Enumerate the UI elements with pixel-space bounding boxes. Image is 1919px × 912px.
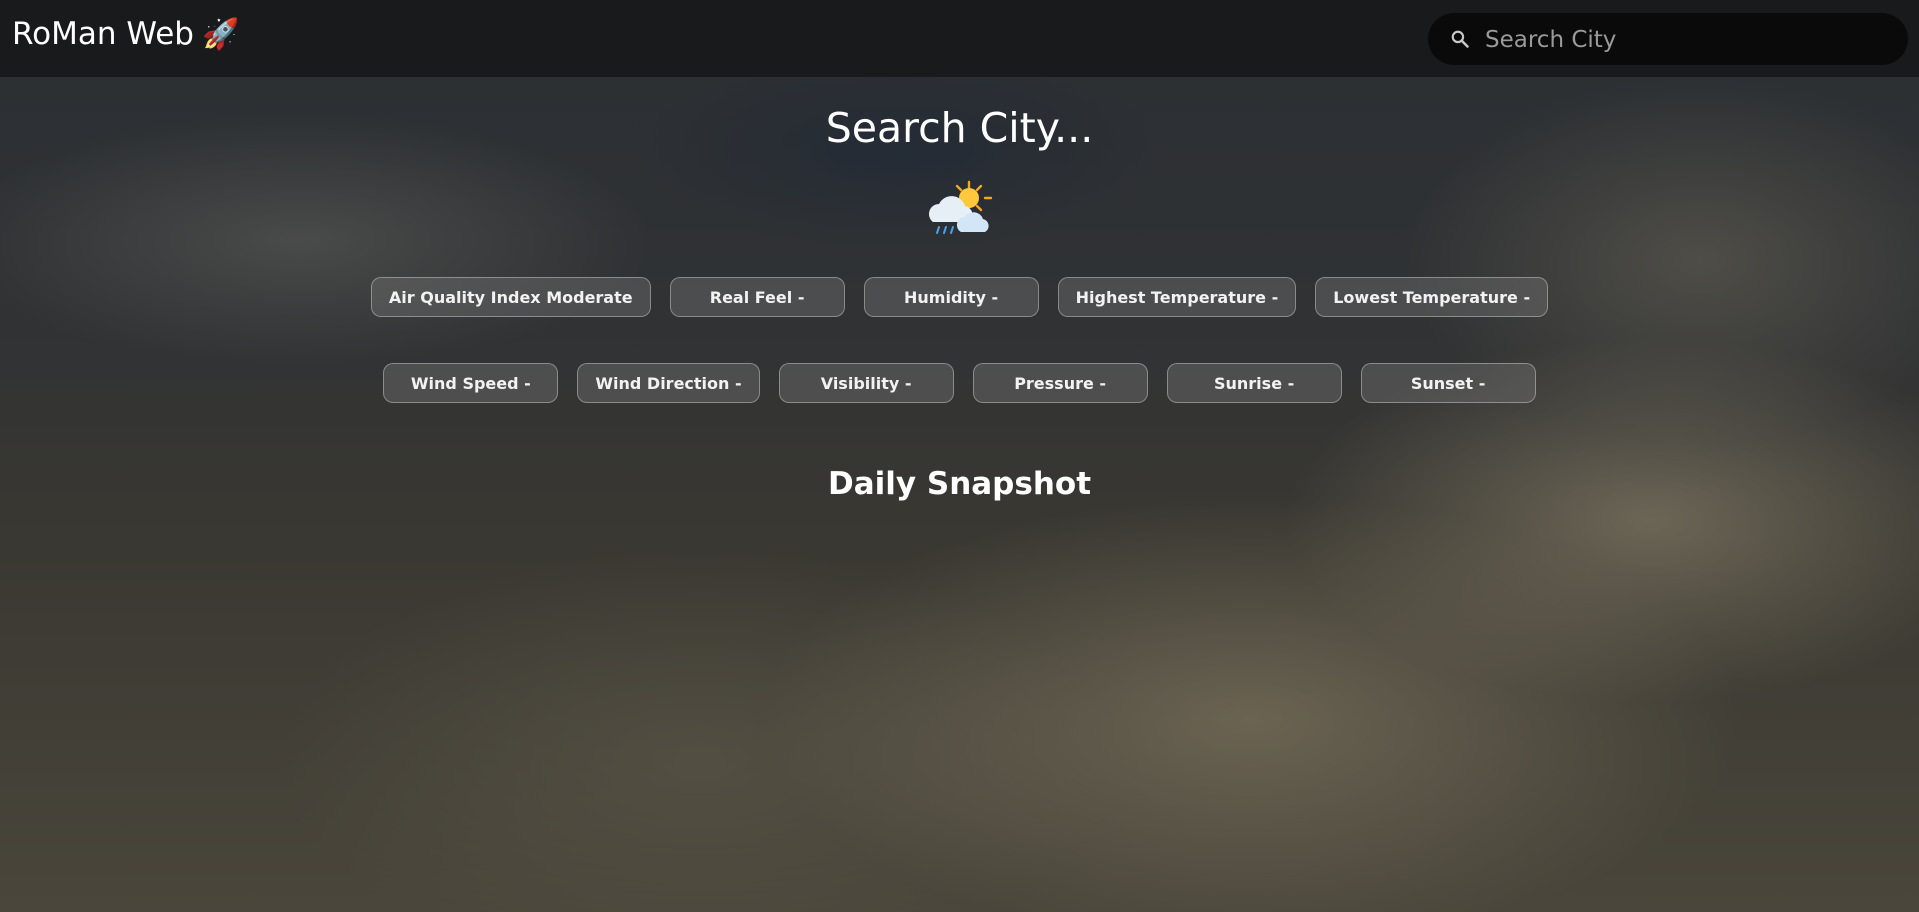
search-icon [1451,30,1469,48]
brand-logo[interactable]: RoMan Web 🚀 [12,14,239,55]
search-input[interactable] [1483,21,1887,59]
sun-behind-rain-cloud-icon [929,180,993,234]
real-feel-chip[interactable]: Real Feel - [669,277,845,317]
navbar: RoMan Web 🚀 [0,0,1919,77]
pressure-chip[interactable]: Pressure - [972,363,1148,403]
sunrise-chip[interactable]: Sunrise - [1166,363,1342,403]
wind-direction-chip[interactable]: Wind Direction - [577,363,760,403]
metrics-row-2: Wind Speed - Wind Direction - Visibility… [0,363,1919,403]
visibility-chip[interactable]: Visibility - [778,363,954,403]
metrics-row-1: Air Quality Index Moderate Real Feel - H… [0,277,1919,317]
air-quality-chip[interactable]: Air Quality Index Moderate [370,277,651,317]
wind-speed-chip[interactable]: Wind Speed - [383,363,559,403]
page-title: Search City... [825,104,1094,152]
lowest-temperature-chip[interactable]: Lowest Temperature - [1315,277,1549,317]
humidity-chip[interactable]: Humidity - [863,277,1039,317]
daily-snapshot-heading: Daily Snapshot [827,466,1092,502]
brand-name: RoMan Web [12,16,194,52]
sunset-chip[interactable]: Sunset - [1360,363,1536,403]
search-box[interactable] [1428,13,1908,65]
rocket-icon: 🚀 [201,17,240,52]
highest-temperature-chip[interactable]: Highest Temperature - [1057,277,1297,317]
